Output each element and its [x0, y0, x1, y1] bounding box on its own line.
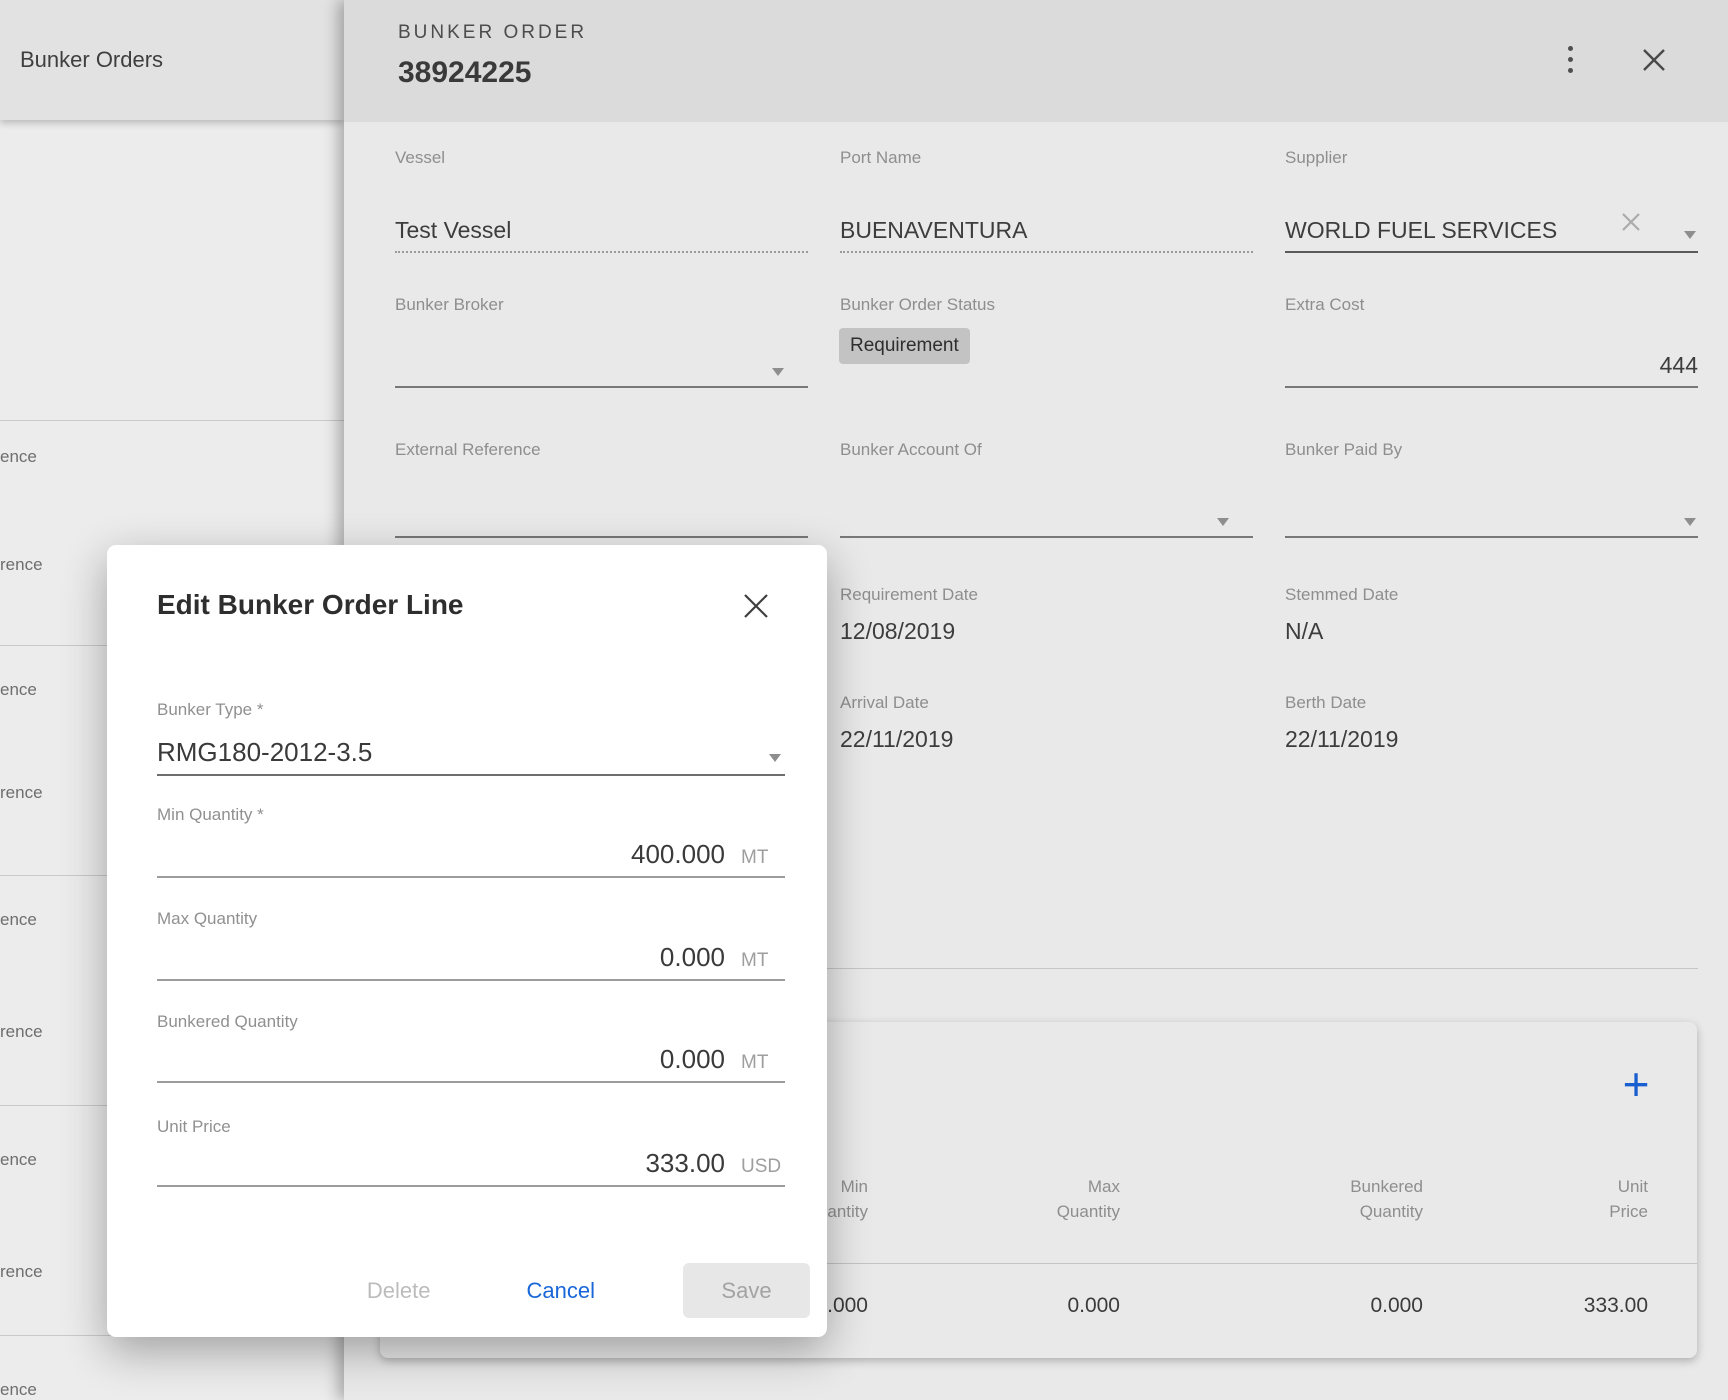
max-quantity-value: 0.000: [660, 942, 725, 973]
list-item[interactable]: ence: [0, 447, 37, 467]
berth-date-label: Berth Date: [1285, 693, 1366, 713]
supplier-label: Supplier: [1285, 148, 1698, 168]
bunker-type-label: Bunker Type *: [157, 700, 785, 720]
arrival-date-label: Arrival Date: [840, 693, 929, 713]
unit-price-field[interactable]: Unit Price 333.00 USD: [157, 1117, 785, 1187]
min-quantity-unit: MT: [741, 847, 785, 869]
clear-supplier-icon[interactable]: [1620, 211, 1642, 238]
port-name-field: Port Name BUENAVENTURA: [840, 148, 1253, 253]
max-quantity-label: Max Quantity: [157, 909, 785, 929]
bunkered-quantity-unit: MT: [741, 1052, 785, 1074]
col-header-max-quantity: MaxQuantity: [900, 1174, 1120, 1224]
bunker-type-value: RMG180-2012-3.5: [157, 737, 372, 768]
berth-date-value: 22/11/2019: [1285, 726, 1398, 753]
vessel-label: Vessel: [395, 148, 808, 168]
supplier-dropdown-icon: [1684, 231, 1696, 239]
bunker-account-of-value: [840, 529, 1253, 536]
bunker-broker-label: Bunker Broker: [395, 295, 808, 315]
list-row-divider: [0, 420, 344, 421]
stemmed-date-label: Stemmed Date: [1285, 585, 1398, 605]
modal-title: Edit Bunker Order Line: [157, 589, 464, 621]
bunker-paid-by-dropdown-icon: [1684, 518, 1696, 526]
list-item[interactable]: ence: [0, 910, 37, 930]
list-item[interactable]: ence: [0, 1150, 37, 1170]
page-title: Bunker Orders: [20, 47, 163, 73]
cell-bunkered-quantity: 0.000: [1203, 1294, 1423, 1318]
arrival-date-value: 22/11/2019: [840, 726, 953, 753]
list-item[interactable]: rence: [0, 783, 43, 803]
vessel-value: Test Vessel: [395, 217, 808, 251]
max-quantity-unit: MT: [741, 950, 785, 972]
cell-unit-price: 333.00: [1428, 1294, 1648, 1318]
requirement-date-label: Requirement Date: [840, 585, 978, 605]
bunker-order-detail-header: BUNKER ORDER 38924225: [344, 0, 1728, 122]
panel-eyebrow: BUNKER ORDER: [398, 22, 587, 44]
save-button[interactable]: Save: [683, 1263, 810, 1318]
list-item[interactable]: ence: [0, 680, 37, 700]
bunker-paid-by-label: Bunker Paid By: [1285, 440, 1698, 460]
stemmed-date-value: N/A: [1285, 618, 1323, 645]
col-header-unit-price: UnitPrice: [1428, 1174, 1648, 1224]
extra-cost-label: Extra Cost: [1285, 295, 1698, 315]
status-badge: Requirement: [839, 328, 970, 364]
unit-price-value: 333.00: [645, 1148, 725, 1179]
bunker-paid-by-value: [1285, 529, 1698, 536]
port-name-value: BUENAVENTURA: [840, 217, 1253, 251]
external-reference-label: External Reference: [395, 440, 808, 460]
bunkered-quantity-label: Bunkered Quantity: [157, 1012, 785, 1032]
bunker-orders-header: Bunker Orders: [0, 0, 344, 120]
max-quantity-field[interactable]: Max Quantity 0.000 MT: [157, 909, 785, 981]
external-reference-value: [395, 529, 808, 536]
close-modal-icon[interactable]: [741, 591, 771, 626]
bunkered-quantity-field[interactable]: Bunkered Quantity 0.000 MT: [157, 1012, 785, 1083]
port-name-label: Port Name: [840, 148, 1253, 168]
min-quantity-value: 400.000: [631, 839, 725, 870]
min-quantity-field[interactable]: Min Quantity * 400.000 MT: [157, 805, 785, 878]
bunker-paid-by-field[interactable]: Bunker Paid By: [1285, 440, 1698, 538]
bunker-account-of-field[interactable]: Bunker Account Of: [840, 440, 1253, 538]
list-item[interactable]: rence: [0, 1262, 43, 1282]
supplier-field[interactable]: Supplier WORLD FUEL SERVICES: [1285, 148, 1698, 253]
bunker-account-of-label: Bunker Account Of: [840, 440, 1253, 460]
min-quantity-label: Min Quantity *: [157, 805, 785, 825]
unit-price-unit: USD: [741, 1156, 785, 1178]
bunker-type-dropdown-icon: [769, 754, 781, 762]
list-item[interactable]: ence: [0, 1380, 37, 1400]
bunker-account-of-dropdown-icon: [1217, 518, 1229, 526]
bunker-broker-field[interactable]: Bunker Broker: [395, 295, 808, 388]
list-item[interactable]: rence: [0, 555, 43, 575]
extra-cost-value: 444: [1285, 352, 1698, 386]
screen: ence rence ence rence ence rence ence re…: [0, 0, 1728, 1400]
add-line-icon[interactable]: +: [1612, 1062, 1660, 1110]
cancel-button[interactable]: Cancel: [521, 1277, 601, 1305]
extra-cost-field[interactable]: Extra Cost 444: [1285, 295, 1698, 388]
requirement-date-value: 12/08/2019: [840, 618, 955, 645]
external-reference-field[interactable]: External Reference: [395, 440, 808, 538]
close-panel-icon[interactable]: [1641, 47, 1667, 78]
order-id: 38924225: [398, 56, 531, 90]
bunkered-quantity-value: 0.000: [660, 1044, 725, 1075]
bunker-type-field[interactable]: Bunker Type * RMG180-2012-3.5: [157, 700, 785, 776]
bunker-broker-value: [395, 379, 808, 386]
list-item[interactable]: rence: [0, 1022, 43, 1042]
col-header-bunkered-quantity: BunkeredQuantity: [1203, 1174, 1423, 1224]
bunker-order-status-label: Bunker Order Status: [840, 295, 995, 315]
bunker-broker-dropdown-icon: [772, 368, 784, 376]
edit-bunker-order-line-modal: Edit Bunker Order Line Bunker Type * RMG…: [107, 545, 827, 1337]
modal-buttons: Delete Cancel Save: [361, 1263, 810, 1318]
more-options-icon[interactable]: [1557, 43, 1583, 75]
cell-max-quantity: 0.000: [900, 1294, 1120, 1318]
unit-price-label: Unit Price: [157, 1117, 785, 1137]
vessel-field: Vessel Test Vessel: [395, 148, 808, 253]
delete-button[interactable]: Delete: [361, 1277, 437, 1305]
